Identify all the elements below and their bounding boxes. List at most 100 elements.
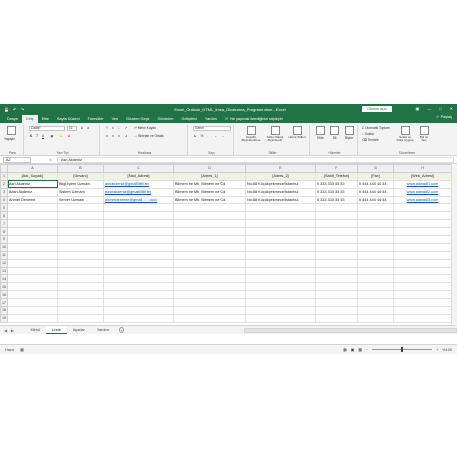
empty-cell[interactable] [357,235,394,244]
table-header-cell[interactable]: [Sabit_Telefon] [315,171,358,181]
empty-cell[interactable] [245,219,316,229]
empty-cell[interactable] [393,266,452,276]
empty-cell[interactable] [103,242,174,252]
cell-web-link[interactable]: www.alanadi3.com [393,195,452,205]
empty-cell[interactable] [173,242,246,252]
empty-cell[interactable] [393,211,452,221]
table-header-cell[interactable]: [Ünvanı] [57,171,104,181]
save-icon[interactable]: 💾 [4,107,9,112]
column-header[interactable]: D [173,164,246,173]
column-header[interactable]: C [103,164,174,173]
empty-cell[interactable] [103,211,174,221]
empty-cell[interactable] [315,250,358,260]
empty-cell[interactable] [245,227,316,237]
page-layout-view-icon[interactable]: ▣ [351,347,355,352]
empty-cell[interactable] [7,242,58,252]
empty-cell[interactable] [357,306,394,315]
empty-cell[interactable] [173,290,246,300]
cell-email-link[interactable]: ahmetdeneme@gmail.......cccc [103,195,174,205]
cell[interactable]: Bilgi İşlem Uzmanı [57,179,104,189]
empty-cell[interactable] [57,203,104,213]
empty-cell[interactable] [103,250,174,260]
table-header-cell[interactable]: [Fax] [357,171,394,181]
row-header[interactable]: 19 [0,313,8,323]
zoom-level[interactable]: %100 [442,348,452,352]
row-header[interactable]: 12 [0,258,8,268]
empty-cell[interactable] [57,227,104,237]
sheet-tab-liste[interactable]: Liste [45,326,67,334]
cell-selected[interactable]: Asri Akdeniz [7,179,58,189]
empty-cell[interactable] [357,313,394,323]
fill-button[interactable]: ↓ Doldur [362,132,374,136]
empty-cell[interactable] [57,242,104,252]
increase-decimal-icon[interactable]: ← [214,134,218,138]
row-header[interactable]: 6 [0,211,8,221]
tell-me-box[interactable]: ☉ Ne yapmak istediğinizi söyleyin [225,115,283,123]
empty-cell[interactable] [315,219,358,229]
empty-cell[interactable] [357,250,394,260]
empty-cell[interactable] [357,290,394,300]
empty-cell[interactable] [245,235,316,244]
macro-record-icon[interactable]: ▦ [20,347,24,352]
clear-button[interactable]: ⌫ Temizle [362,138,379,142]
cell[interactable]: 0 444 444 44 44 [357,179,394,189]
decrease-decimal-icon[interactable]: → [221,134,225,138]
align-left-icon[interactable]: ≡ [105,134,109,138]
comma-style-icon[interactable]: , [206,134,210,138]
empty-cell[interactable] [245,203,316,213]
font-color-icon[interactable]: A [67,134,71,138]
empty-cell[interactable] [357,266,394,276]
empty-cell[interactable] [393,203,452,213]
empty-cell[interactable] [103,282,174,292]
column-header[interactable]: G [357,164,394,173]
ribbon-display-icon[interactable]: ▣ [415,106,419,111]
row-header[interactable]: 14 [0,274,8,284]
redo-icon[interactable]: ↷ [20,107,25,112]
tab-view[interactable]: Görünüm [154,115,178,123]
empty-cell[interactable] [393,282,452,292]
empty-cell[interactable] [103,235,174,244]
tab-formulas[interactable]: Formüller [84,115,108,123]
signin-button[interactable]: Oturum açın [362,106,392,112]
row-header[interactable]: 7 [0,219,8,229]
empty-cell[interactable] [315,266,358,276]
next-sheet-icon[interactable]: ▶ [11,328,14,333]
empty-cell[interactable] [173,211,246,221]
table-header-cell[interactable]: [Adres_2] [245,171,316,181]
empty-cell[interactable] [245,298,316,308]
row-header[interactable]: 15 [0,282,8,292]
share-button[interactable]: ☺ Paylaş [436,115,452,119]
tab-help[interactable]: Yardım [201,115,221,123]
empty-cell[interactable] [7,203,58,213]
empty-cell[interactable] [173,219,246,229]
wrap-text-button[interactable]: ↵ Metni Kaydır [134,126,156,130]
empty-cell[interactable] [315,227,358,237]
format-as-table-button[interactable]: Tablo Olarak Biçimlendir [264,126,286,143]
empty-cell[interactable] [7,290,58,300]
name-box[interactable]: A2 [3,156,31,163]
empty-cell[interactable] [173,282,246,292]
row-header[interactable]: 9 [0,235,8,244]
empty-cell[interactable] [7,313,58,323]
empty-cell[interactable] [103,298,174,308]
cell[interactable]: Basri Akdeniz [7,187,58,197]
empty-cell[interactable] [357,211,394,221]
empty-cell[interactable] [315,282,358,292]
empty-cell[interactable] [103,313,174,323]
empty-cell[interactable] [103,274,174,284]
fx-icon[interactable]: fx [49,158,52,162]
tab-data[interactable]: Veri [108,115,123,123]
cell[interactable]: Bilmem ne Mh. Bilmem ne Cd. [173,179,246,189]
maximize-icon[interactable]: □ [439,106,441,111]
fill-color-icon[interactable]: ▲ [59,134,63,138]
tab-home[interactable]: Giriş [21,115,38,123]
empty-cell[interactable] [173,235,246,244]
empty-cell[interactable] [7,250,58,260]
empty-cell[interactable] [103,227,174,237]
empty-cell[interactable] [173,227,246,237]
empty-cell[interactable] [245,313,316,323]
column-header[interactable]: F [315,164,358,173]
zoom-in-icon[interactable]: + [436,348,438,352]
empty-cell[interactable] [103,266,174,276]
cell[interactable]: Bilmem ne Mh. Bilmem ne Cd. [173,195,246,205]
